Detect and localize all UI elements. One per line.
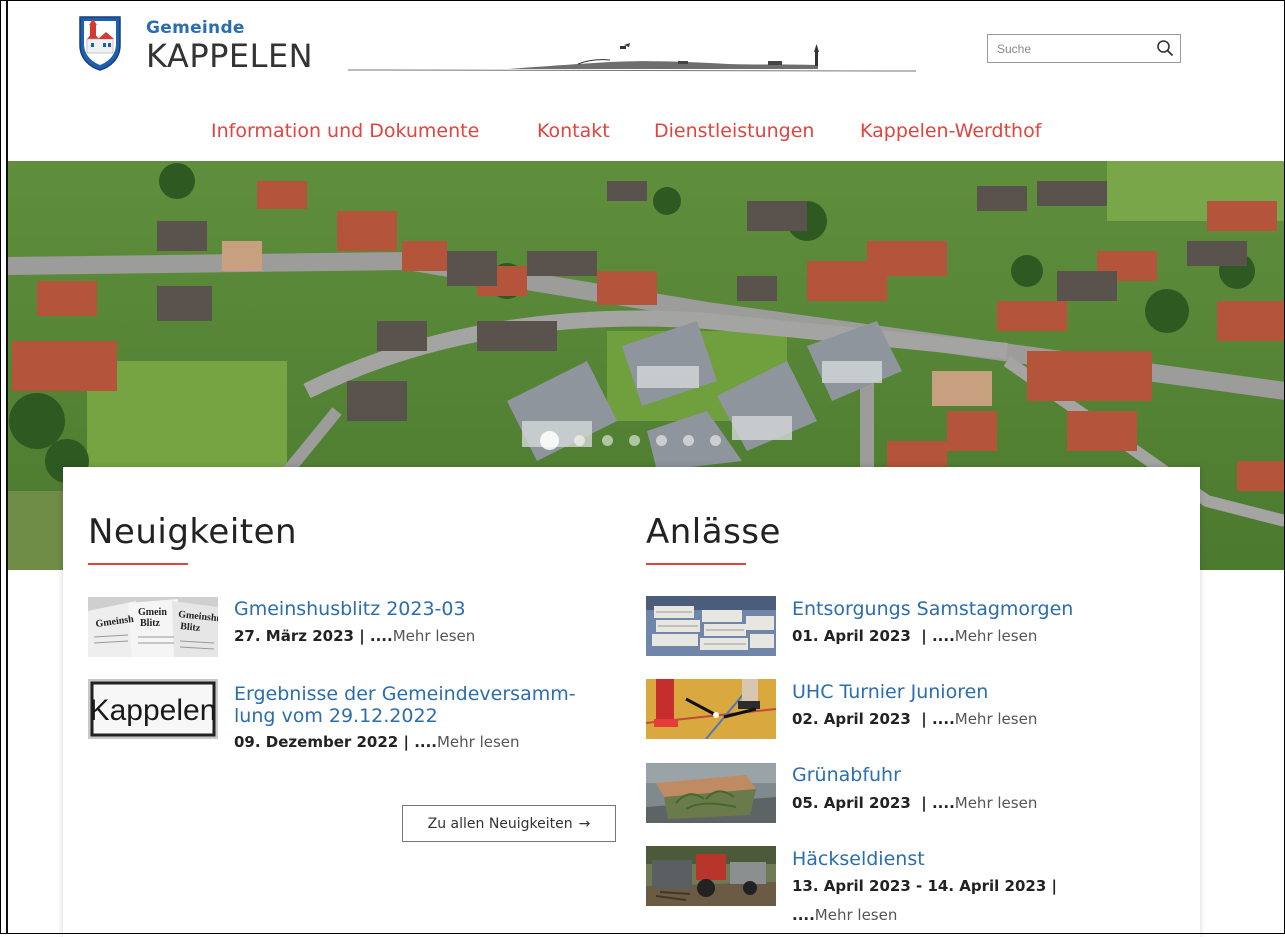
event-item-4-separator: | [1051,877,1057,895]
event-item-3-separator: | [921,794,927,812]
nav-item-kappelen-werdthof[interactable]: Kappelen-Werdthof [860,120,1041,142]
news-section-title: Neuigkeiten [88,512,298,552]
event-item-2-meta: 02. April 2023 | ....Mehr lesen [792,710,1037,728]
event-item-2-separator: | [921,710,927,728]
brand-subtitle[interactable]: Gemeinde [146,18,245,38]
kappelen-sign-text: Kappelen [90,694,217,727]
event-item-2-thumbnail[interactable] [646,679,776,739]
news-item-1-separator: | [359,627,365,645]
news-item-1-read-more-link[interactable]: Mehr lesen [393,627,476,645]
nav-item-dienstleistungen[interactable]: Dienstleistungen [654,120,814,142]
event-item-3-ellipsis: .... [931,794,955,812]
event-item-1-read-more-link[interactable]: Mehr lesen [955,627,1038,645]
all-news-button-label: Zu allen Neuigkeiten [427,815,573,832]
event-item-4-date: 13. April 2023 - 14. April 2023 [792,877,1047,895]
main-navigation: Information und Dokumente Kontakt Dienst… [0,120,1285,144]
village-skyline-icon [348,43,916,72]
municipal-shield-logo-icon[interactable] [78,15,122,71]
news-item-2-title-line2: lung vom 29.12.2022 [234,705,438,727]
news-item-2-read-more-link[interactable]: Mehr lesen [437,733,520,751]
news-item-1-ellipsis: .... [369,627,393,645]
event-item-1-ellipsis: .... [931,627,955,645]
news-title-underline [88,563,188,565]
kappelen-sign-icon: Kappelen [88,679,218,739]
green-bin-icon [646,763,776,823]
nav-item-kontakt[interactable]: Kontakt [537,120,610,142]
event-item-3-meta: 05. April 2023 | ....Mehr lesen [792,794,1037,812]
news-item-1-date: 27. März 2023 [234,627,354,645]
event-item-4-thumbnail[interactable] [646,846,776,906]
news-item-2-ellipsis: .... [414,733,437,751]
event-item-2-ellipsis: .... [931,710,955,728]
page-frame-edge [6,0,8,934]
news-item-2-title[interactable]: Ergebnisse der Gemeindeversamm- lung vom… [234,683,576,727]
slide-dot-5[interactable] [656,435,667,446]
events-section-title: Anlässe [646,512,781,552]
paper-bundles-icon [646,596,776,656]
event-item-3-title[interactable]: Grünabfuhr [792,764,901,786]
news-item-2-date: 09. Dezember 2022 [234,733,399,751]
news-item-1-thumbnail[interactable]: Gmeinsh Gmein Blitz Gmeinshus Blitz [88,597,218,657]
event-item-2-read-more-link[interactable]: Mehr lesen [955,710,1038,728]
floorball-icon [646,679,776,739]
slide-dot-1[interactable] [540,431,559,450]
event-item-4-meta-line2: ....Mehr lesen [792,906,897,924]
slide-dot-7[interactable] [710,435,721,446]
news-item-2-thumbnail[interactable]: Kappelen [88,679,218,739]
event-item-4-read-more-link[interactable]: Mehr lesen [815,906,898,924]
event-item-2-title[interactable]: UHC Turnier Junioren [792,681,988,703]
event-item-4-title[interactable]: Häckseldienst [792,848,925,870]
arrow-right-icon: → [578,815,591,832]
slide-dot-4[interactable] [629,435,640,446]
event-item-1-separator: | [921,627,927,645]
news-item-1-title[interactable]: Gmeinshusblitz 2023-03 [234,598,466,620]
event-item-1-meta: 01. April 2023 | ....Mehr lesen [792,627,1037,645]
svg-text:Blitz: Blitz [180,621,202,634]
nav-item-information[interactable]: Information und Dokumente [211,120,479,142]
event-item-4-meta: 13. April 2023 - 14. April 2023 | [792,877,1057,895]
search-input[interactable] [988,35,1157,62]
svg-text:Blitz: Blitz [140,618,161,629]
svg-text:Gmein: Gmein [138,607,167,618]
events-title-underline [646,563,746,565]
news-item-2-title-line1: Ergebnisse der Gemeindeversamm- [234,683,576,705]
event-item-4-ellipsis: .... [792,906,815,924]
slide-dot-2[interactable] [574,435,585,446]
search-box [987,34,1181,63]
event-item-2-date: 02. April 2023 [792,710,911,728]
event-item-1-title[interactable]: Entsorgungs Samstagmorgen [792,598,1073,620]
brand-title[interactable]: KAPPELEN [146,37,313,75]
search-icon[interactable] [1156,39,1174,57]
newspaper-icon: Gmeinsh Gmein Blitz Gmeinshus Blitz [88,597,218,657]
event-item-3-read-more-link[interactable]: Mehr lesen [955,794,1038,812]
tractor-shredder-icon [646,846,776,906]
event-item-1-thumbnail[interactable] [646,596,776,656]
news-item-2-meta: 09. Dezember 2022 | ....Mehr lesen [234,733,520,751]
event-item-1-date: 01. April 2023 [792,627,911,645]
news-item-2-separator: | [403,733,409,751]
all-news-button[interactable]: Zu allen Neuigkeiten → [402,805,616,842]
slide-dot-3[interactable] [602,435,613,446]
news-item-1-meta: 27. März 2023 | ....Mehr lesen [234,627,475,645]
event-item-3-thumbnail[interactable] [646,763,776,823]
slide-dot-6[interactable] [683,435,694,446]
event-item-3-date: 05. April 2023 [792,794,911,812]
